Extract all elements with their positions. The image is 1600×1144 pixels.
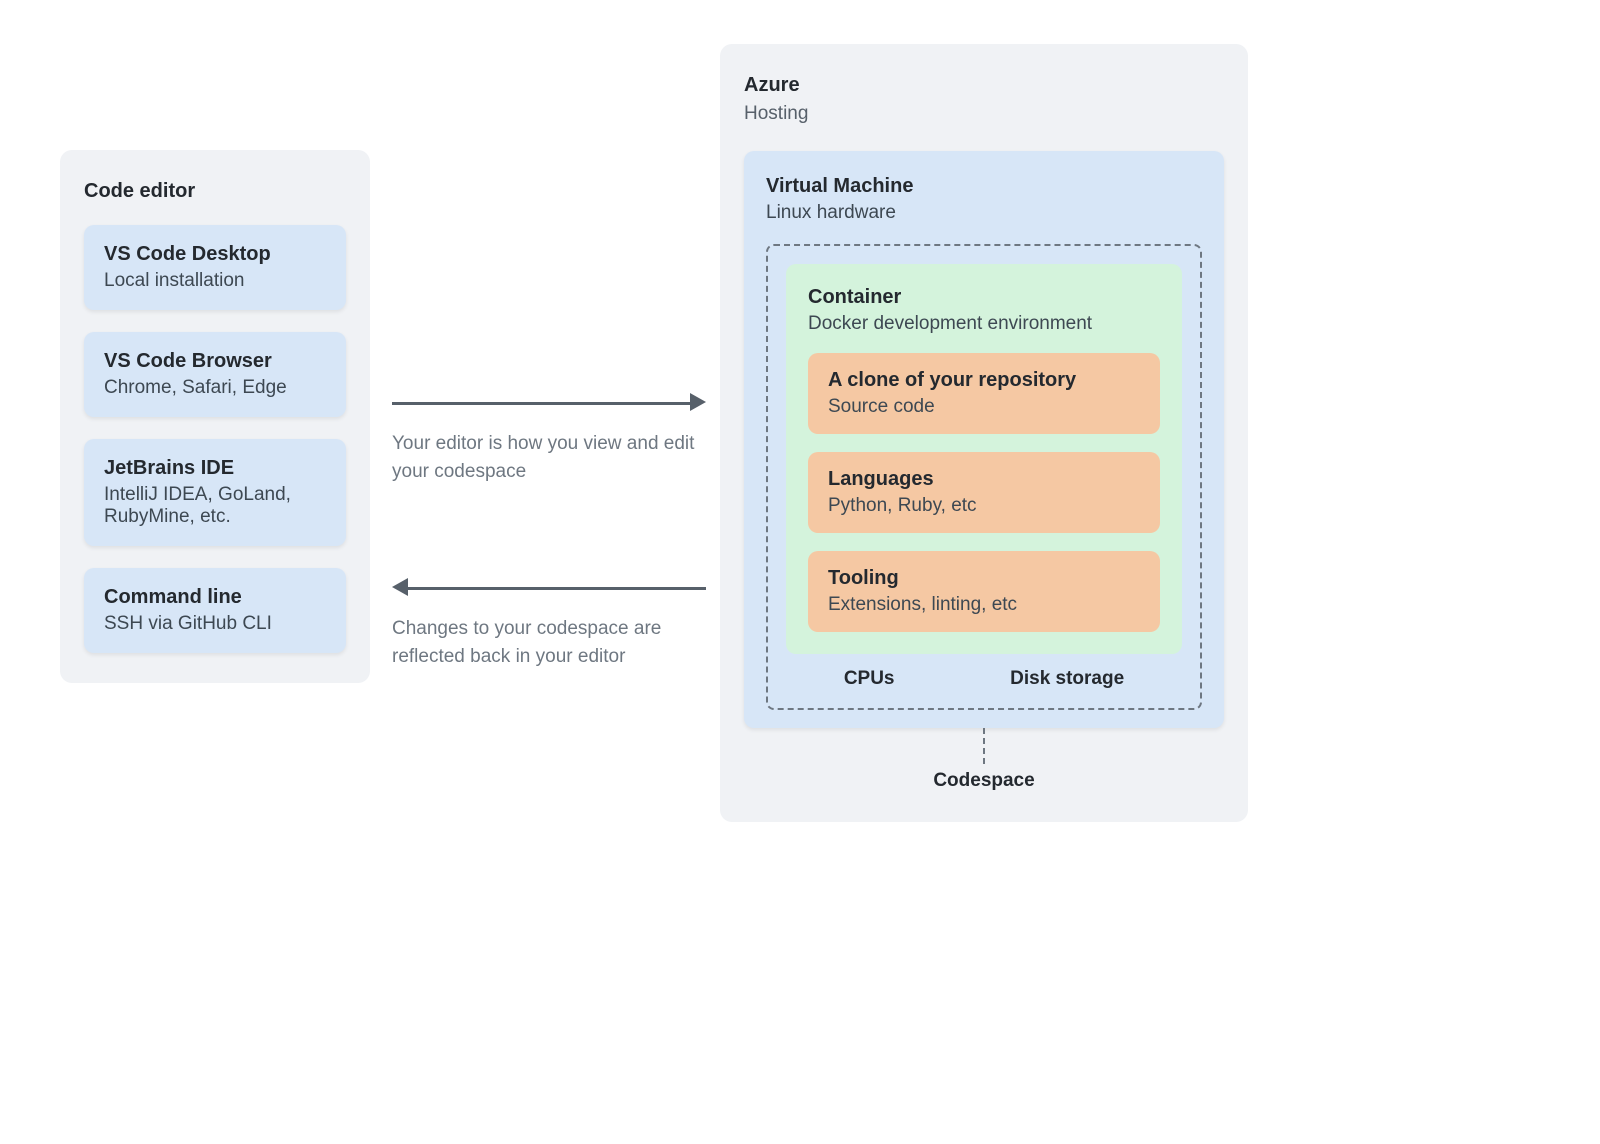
- card-sub: IntelliJ IDEA, GoLand, RubyMine, etc.: [104, 484, 326, 528]
- arrow-right: [392, 390, 706, 416]
- editor-card-vscode-browser: VS Code Browser Chrome, Safari, Edge: [84, 332, 346, 417]
- arrow-line: [406, 587, 706, 590]
- arrow-left: [392, 575, 706, 601]
- disk-label: Disk storage: [1010, 668, 1124, 690]
- container-item-repo: A clone of your repository Source code: [808, 353, 1160, 434]
- arrow-line: [392, 402, 692, 405]
- card-title: JetBrains IDE: [104, 457, 326, 480]
- vm-box: Virtual Machine Linux hardware Container…: [744, 151, 1224, 728]
- cpu-label: CPUs: [844, 668, 895, 690]
- item-sub: Extensions, linting, etc: [828, 594, 1140, 616]
- code-editor-title: Code editor: [84, 180, 346, 203]
- item-title: Languages: [828, 468, 1140, 491]
- editor-card-vscode-desktop: VS Code Desktop Local installation: [84, 225, 346, 310]
- arrow-left-caption: Changes to your codespace are reflected …: [392, 615, 706, 670]
- item-title: Tooling: [828, 567, 1140, 590]
- codespace-label: Codespace: [744, 770, 1224, 792]
- editor-card-jetbrains: JetBrains IDE IntelliJ IDEA, GoLand, Rub…: [84, 439, 346, 546]
- vm-sub: Linux hardware: [766, 202, 1202, 224]
- vm-title: Virtual Machine: [766, 175, 1202, 198]
- vm-resources: CPUs Disk storage: [786, 668, 1182, 690]
- container-sub: Docker development environment: [808, 313, 1160, 335]
- editor-card-cli: Command line SSH via GitHub CLI: [84, 568, 346, 653]
- card-title: Command line: [104, 586, 326, 609]
- arrows-panel: Your editor is how you view and edit you…: [392, 390, 706, 670]
- azure-title: Azure: [744, 74, 1224, 97]
- card-sub: SSH via GitHub CLI: [104, 613, 326, 635]
- container-item-tooling: Tooling Extensions, linting, etc: [808, 551, 1160, 632]
- item-sub: Python, Ruby, etc: [828, 495, 1140, 517]
- container-title: Container: [808, 286, 1160, 309]
- card-sub: Local installation: [104, 270, 326, 292]
- card-title: VS Code Desktop: [104, 243, 326, 266]
- item-title: A clone of your repository: [828, 369, 1140, 392]
- card-title: VS Code Browser: [104, 350, 326, 373]
- arrow-head-right-icon: [690, 393, 706, 411]
- card-sub: Chrome, Safari, Edge: [104, 377, 326, 399]
- codespace-connector: [983, 728, 985, 764]
- azure-sub: Hosting: [744, 103, 1224, 125]
- container-item-languages: Languages Python, Ruby, etc: [808, 452, 1160, 533]
- arrow-right-caption: Your editor is how you view and edit you…: [392, 430, 706, 485]
- code-editor-panel: Code editor VS Code Desktop Local instal…: [60, 150, 370, 683]
- codespace-dashed-box: Container Docker development environment…: [766, 244, 1202, 710]
- container-box: Container Docker development environment…: [786, 264, 1182, 654]
- item-sub: Source code: [828, 396, 1140, 418]
- azure-panel: Azure Hosting Virtual Machine Linux hard…: [720, 44, 1248, 822]
